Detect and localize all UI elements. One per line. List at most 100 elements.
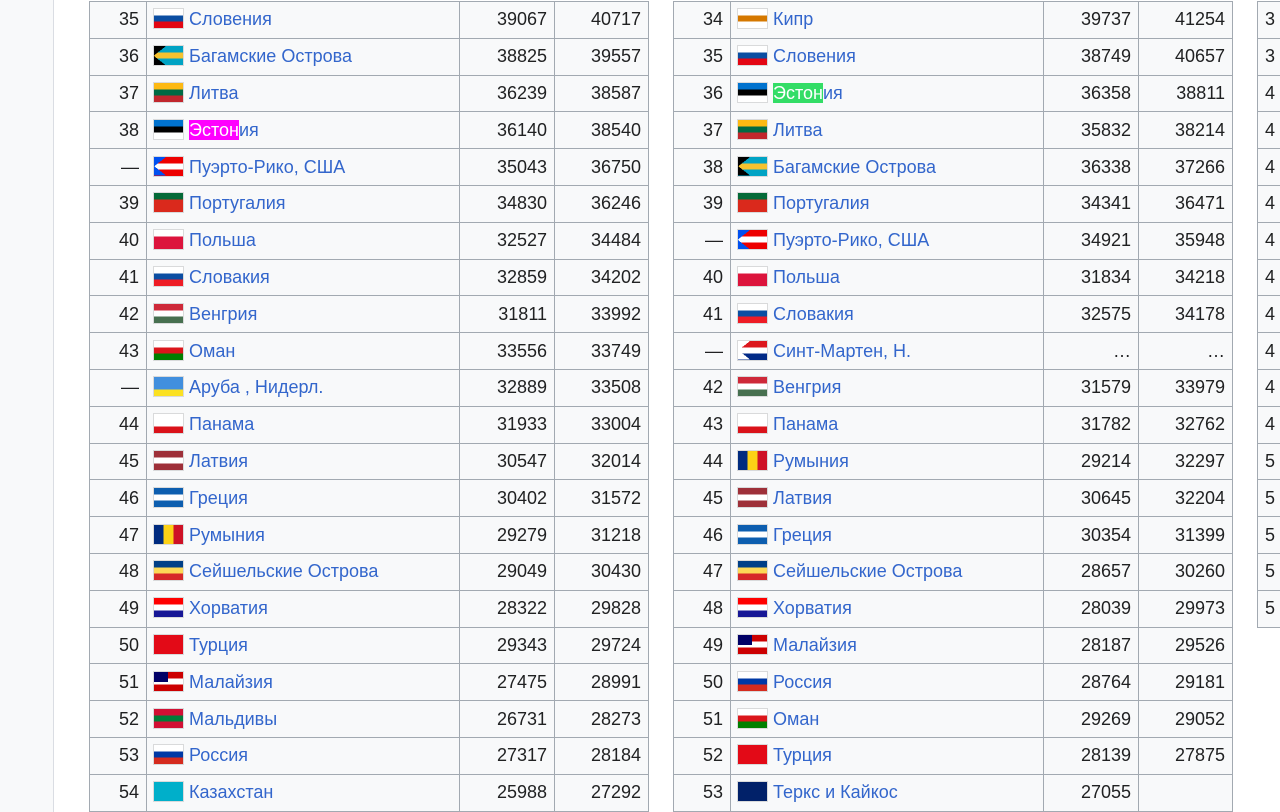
country-link[interactable]: Кипр [773,9,813,29]
gdp-value-cell-alt: 34484 [554,221,649,260]
country-cell: Словакия [730,295,1044,334]
country-cell: Словакия [146,258,460,297]
country-link[interactable]: Багамские Острова [773,157,936,177]
country-link[interactable]: Россия [773,672,832,692]
country-flag-icon [154,598,183,618]
country-link[interactable]: Словакия [189,267,270,287]
country-link[interactable]: Багамские Острова [189,46,352,66]
country-link[interactable]: Венгрия [189,304,257,324]
country-link[interactable]: Пуэрто-Рико, США [773,230,929,250]
country-name-rest: ия [822,82,843,103]
country-cell: Португалия [146,184,460,223]
country-link[interactable]: Венгрия [773,377,841,397]
country-cell: Латвия [146,442,460,481]
country-link[interactable]: Казахстан [189,782,273,802]
table-row: 4 [1256,258,1280,297]
country-flag-icon [738,266,767,286]
gdp-value-cell: 36338 [1043,148,1139,186]
gdp-value-cell: 30547 [459,442,555,481]
table-row: 51 Малайзия 27475 28991 [89,663,649,702]
rank-cell: 4 [1256,332,1280,370]
country-link[interactable]: Оман [773,709,819,729]
country-link[interactable]: Сейшельские Острова [189,561,378,581]
country-link[interactable]: Эстония [189,119,259,140]
gdp-value-cell: 27317 [459,736,555,775]
country-cell: Панама [730,405,1044,444]
rank-cell: 4 [1256,295,1280,334]
rank-cell: 36 [673,74,731,113]
country-link[interactable]: Россия [189,745,248,765]
country-link[interactable]: Синт-Мартен, Н. [773,341,911,361]
country-link[interactable]: Литва [773,120,822,140]
table-row: 5 [1256,442,1280,481]
gdp-value-cell-alt: … [1138,332,1233,370]
country-cell: Литва [730,111,1044,150]
table-row: 46 Греция 30354 31399 [673,516,1233,554]
country-link[interactable]: Польша [189,230,256,250]
country-cell: Казахстан [146,773,460,812]
country-cell: Португалия [730,184,1044,223]
rank-cell: 38 [89,111,147,150]
country-link[interactable]: Панама [773,414,838,434]
gdp-value-cell-alt: 38540 [554,111,649,150]
country-link[interactable]: Хорватия [189,598,268,618]
country-link[interactable]: Оман [189,341,235,361]
table-row: 52 Мальдивы 26731 28273 [89,700,649,738]
country-flag-icon [154,156,183,176]
country-link[interactable]: Румыния [773,451,849,471]
country-link[interactable]: Португалия [189,193,286,213]
country-flag-icon [738,598,767,618]
gdp-value-cell-alt: 29724 [554,626,649,665]
rank-cell: 50 [89,626,147,665]
country-link[interactable]: Словакия [773,304,854,324]
country-link[interactable]: Малайзия [773,635,857,655]
table-row: 47 Сейшельские Острова 28657 30260 [673,552,1233,591]
country-link[interactable]: Португалия [773,193,870,213]
country-link[interactable]: Сейшельские Острова [773,561,962,581]
rank-cell: 43 [673,405,731,444]
country-cell: Россия [730,663,1044,702]
country-flag-icon [154,524,183,544]
country-link[interactable]: Латвия [773,488,832,508]
country-link[interactable]: Мальдивы [189,709,277,729]
country-link[interactable]: Эстония [773,82,843,103]
country-link[interactable]: Хорватия [773,598,852,618]
country-link[interactable]: Турция [773,745,832,765]
country-link[interactable]: Польша [773,267,840,287]
table-row: — Синт-Мартен, Н. …… [673,332,1233,370]
country-cell: Латвия [730,479,1044,518]
rank-cell: 5 [1256,479,1280,518]
table-row: 48 Хорватия 28039 29973 [673,589,1233,628]
country-link[interactable]: Аруба , Нидерл. [189,377,323,397]
gdp-value-cell: 31811 [459,295,555,334]
country-link[interactable]: Теркс и Кайкос [773,782,898,802]
country-link[interactable]: Пуэрто-Рико, США [189,157,345,177]
table-row: 53 Теркс и Кайкос 27055 [673,773,1233,812]
country-flag-icon [738,450,767,470]
gdp-value-cell: 28187 [1043,626,1139,665]
country-cell: Кипр [730,1,1044,39]
gdp-value-cell: 34921 [1043,221,1139,260]
country-link[interactable]: Греция [773,525,832,545]
country-cell: Турция [730,736,1044,775]
country-link[interactable]: Греция [189,488,248,508]
rank-cell: 37 [89,74,147,113]
country-link[interactable]: Литва [189,83,238,103]
gdp-value-cell: 25988 [459,773,555,812]
country-link[interactable]: Словения [189,9,272,29]
country-link[interactable]: Малайзия [189,672,273,692]
gdp-value-cell-alt: 36750 [554,148,649,186]
country-link[interactable]: Румыния [189,525,265,545]
country-link[interactable]: Латвия [189,451,248,471]
rank-cell: 41 [89,258,147,297]
table-row: 4 [1256,74,1280,113]
country-link[interactable]: Панама [189,414,254,434]
country-link[interactable]: Словения [773,46,856,66]
table-row: 54 Казахстан 25988 27292 [89,773,649,812]
gdp-value-cell-alt: 33508 [554,368,649,407]
rank-cell: 48 [673,589,731,628]
country-link[interactable]: Турция [189,635,248,655]
country-flag-icon [738,9,767,29]
table-row: 37 Литва 35832 38214 [673,111,1233,150]
gdp-value-cell-alt: 29526 [1138,626,1233,665]
